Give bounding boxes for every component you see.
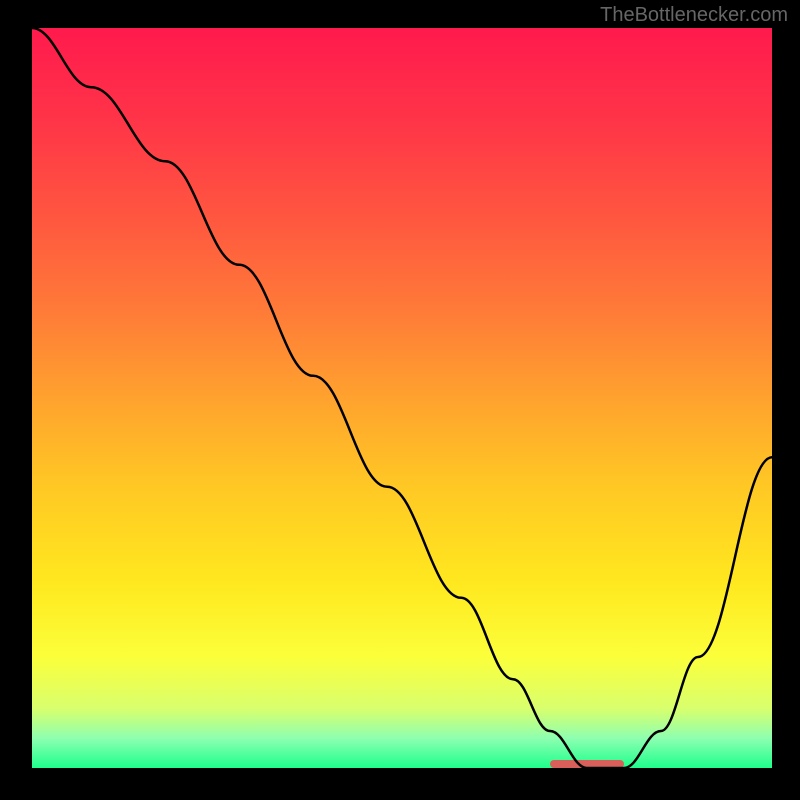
chart-svg	[32, 28, 772, 768]
bottleneck-curve	[32, 28, 772, 768]
watermark-text: TheBottlenecker.com	[600, 4, 788, 27]
plot-area	[32, 28, 772, 768]
